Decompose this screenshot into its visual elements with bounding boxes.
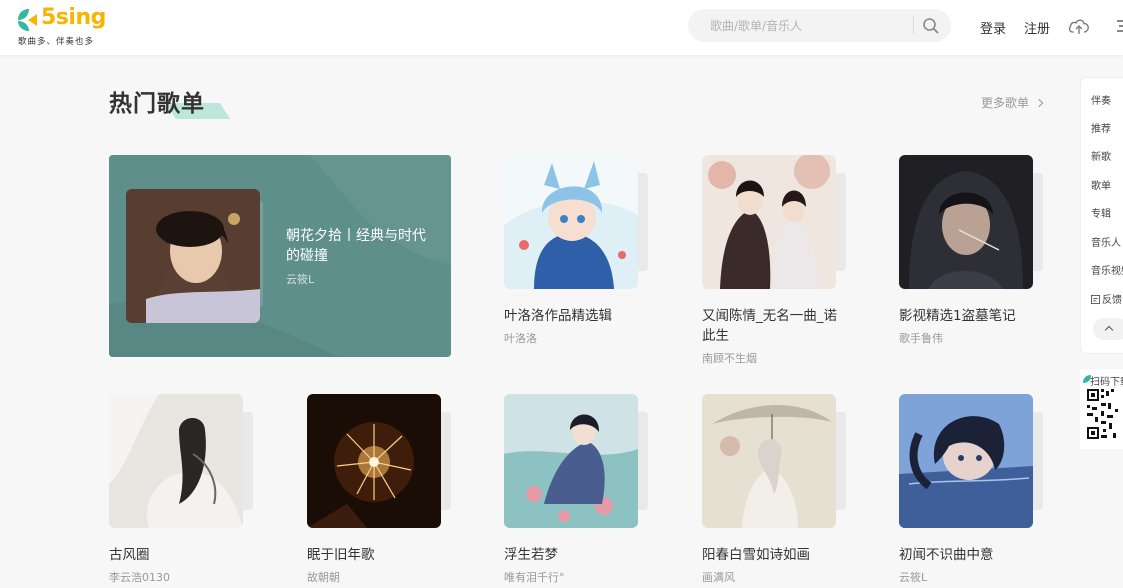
cover-stack-edge [1033,173,1043,271]
qr-download-label: 扫码下载 [1090,377,1123,388]
back-to-top-button[interactable] [1093,318,1123,340]
search-box [688,9,951,42]
side-nav-item-accompaniment[interactable]: 伴奏 [1091,92,1111,107]
playlist-title: 叶洛洛作品精选辑 [504,308,612,324]
qr-download-panel: 扫码下载 [1080,369,1123,449]
playlist-author: 李云浩0130 [109,571,170,584]
playlist-cover-image [899,155,1033,289]
featured-playlist-card[interactable]: 朝花夕拾丨经典与时代的碰撞 云筱L [109,155,451,357]
cloud-upload-icon[interactable] [1067,15,1091,37]
qr-code-image [1087,389,1123,439]
playlist-title: 影视精选1盗墓笔记 [899,308,1016,324]
register-link[interactable]: 注册 [1024,18,1050,37]
playlist-author: 南顾不生烟 [702,352,757,365]
cover-stack-edge [441,412,451,510]
playlist-title: 眠于旧年歌 [307,547,375,563]
cover-stack-edge [1033,412,1043,510]
playlist-author: 歌手鲁伟 [899,332,943,345]
playlist-title: 阳春白雪如诗如画 [702,547,810,563]
menu-icon[interactable] [1115,18,1123,34]
playlist-author: 画满风 [702,571,735,584]
featured-author: 云筱L [286,273,315,286]
site-logo[interactable]: 5sing 歌曲多、伴奏也多 [16,5,116,47]
chevron-right-icon [1034,98,1044,108]
playlist-cover-image [307,394,441,528]
featured-cover-image [126,189,260,323]
side-nav-item-feedback[interactable]: 反馈 [1091,291,1122,306]
more-playlists-label: 更多歌单 [981,96,1030,110]
cover-stack-edge [836,173,846,271]
side-nav-item-albums[interactable]: 专辑 [1091,205,1111,220]
side-nav-item-playlists[interactable]: 歌单 [1091,177,1111,192]
cover-stack-edge [243,412,253,510]
side-nav-item-music-videos[interactable]: 音乐视频 [1091,262,1123,277]
playlist-cover-image [702,394,836,528]
logo-wordmark: 5sing [41,5,106,30]
logo-leaf-icon [18,9,37,31]
playlist-cover-image [504,394,638,528]
top-header: 5sing 歌曲多、伴奏也多 登录 注册 [0,0,1123,55]
side-nav-item-musicians[interactable]: 音乐人 [1091,234,1121,249]
more-playlists-link[interactable]: 更多歌单 [981,94,1044,111]
playlist-title: 古风圈 [109,547,150,563]
feedback-label: 反馈 [1102,295,1122,306]
playlist-author: 云筱L [899,571,928,584]
side-nav-item-new-songs[interactable]: 新歌 [1091,148,1111,163]
playlist-author: 故朝朝 [307,571,340,584]
side-nav-item-recommend[interactable]: 推荐 [1091,120,1111,135]
playlist-title: 浮生若梦 [504,547,558,563]
featured-title: 朝花夕拾丨经典与时代的碰撞 [286,228,426,264]
cover-stack-edge [638,412,648,510]
playlist-author: 唯有泪千行° [504,571,565,584]
search-divider [913,17,914,34]
cover-stack-edge [638,173,648,271]
cover-stack-edge [836,412,846,510]
search-input[interactable] [710,9,910,42]
section-title: 热门歌单 [109,91,205,117]
logo-slogan: 歌曲多、伴奏也多 [18,37,95,47]
floating-side-nav: 伴奏 推荐 新歌 歌单 专辑 音乐人 音乐视频 反馈 [1080,77,1123,354]
playlist-cover-image [504,155,638,289]
search-icon[interactable] [921,16,941,36]
login-link[interactable]: 登录 [980,18,1006,37]
playlist-cover-image [109,394,243,528]
playlist-title: 又闻陈情_无名一曲_诺此生 [702,308,837,344]
feedback-icon [1091,295,1100,304]
playlist-cover-image [899,394,1033,528]
playlist-title: 初闻不识曲中意 [899,547,994,563]
chevron-up-icon [1104,325,1114,335]
playlist-author: 叶洛洛 [504,332,537,345]
playlist-cover-image [702,155,836,289]
